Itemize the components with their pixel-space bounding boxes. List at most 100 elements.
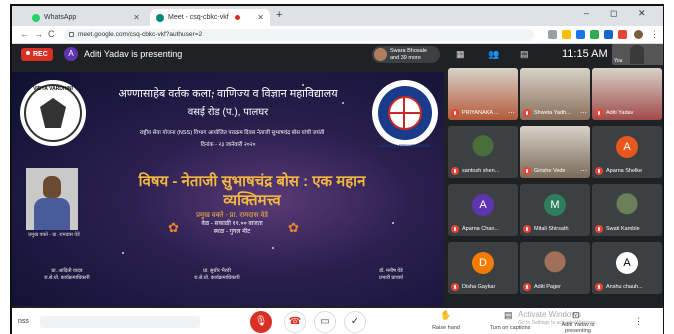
mic-off-button[interactable]: 🎙 xyxy=(250,311,272,333)
more-icon[interactable]: ⋯ xyxy=(580,167,587,175)
participant-tile[interactable]: Girishe Vede ⋯ xyxy=(520,126,590,178)
participant-name: Aditi Yadav xyxy=(606,110,634,116)
mic-off-icon xyxy=(451,283,459,291)
subject-line-1: विषय - नेताजी सुभाषचंद्र बोस : एक महान xyxy=(138,173,366,190)
participant-tile[interactable]: D Disha Gaykar xyxy=(448,242,518,294)
forward-button[interactable]: → xyxy=(34,29,43,39)
layout-icon[interactable]: ▦ xyxy=(456,49,465,60)
college-location: वसई रोड (प.), पालघर xyxy=(187,107,269,118)
meeting-details-bar[interactable] xyxy=(40,316,200,328)
mic-off-icon xyxy=(523,167,531,175)
address-bar: ← → C meet.google.com/csq-cbkc-vkf?authu… xyxy=(12,26,663,44)
mic-off-icon xyxy=(523,109,531,117)
speaker-caption: प्रमुख वक्ते - प्रा. रामदास वेडे xyxy=(28,232,80,238)
participant-tile[interactable]: PRIYANAKA ... ⋯ xyxy=(448,68,518,120)
subject-title: विषय - नेताजी सुभाषचंद्र बोस : एक महान व… xyxy=(102,172,402,210)
more-icon[interactable]: ⋯ xyxy=(580,109,587,117)
lock-icon xyxy=(69,32,74,37)
recording-icon xyxy=(234,15,240,20)
signatory-name: प्रा. आदिती यादव xyxy=(51,268,83,274)
chat-icon[interactable]: ▤ xyxy=(520,49,529,60)
url-text: meet.google.com/csq-cbkc-vkf?authuser=2 xyxy=(78,31,203,38)
close-icon[interactable]: ✕ xyxy=(257,13,264,22)
leave-call-button[interactable]: ☎ xyxy=(284,311,306,333)
presenting-status: Aditi Yadav is presenting xyxy=(84,49,183,59)
menu-icon[interactable]: ⋮ xyxy=(650,29,659,40)
participant-tile[interactable]: Swati Kamble xyxy=(592,184,662,236)
participant-tile[interactable]: A Aparna Chan... xyxy=(448,184,518,236)
presentation-slide: VIDYA VARDHINI NATIONAL SERVICE SCHEME अ… xyxy=(12,72,444,306)
close-icon[interactable]: ✕ xyxy=(133,13,140,22)
extension-icon[interactable] xyxy=(604,30,613,39)
tab-label: WhatsApp xyxy=(44,14,77,21)
extension-icon[interactable] xyxy=(590,30,599,39)
participant-name: Mitali Shirsath xyxy=(534,226,569,232)
tab-label: Meet - csq-cbkc-vkf xyxy=(168,14,229,21)
people-icon[interactable]: 👥 xyxy=(488,49,499,60)
signatory-role: प्रभारी प्राचार्य xyxy=(379,275,403,281)
participant-tile[interactable]: A Anshu chauh... xyxy=(592,242,662,294)
participant-name: Disha Gaykar xyxy=(462,284,496,290)
screen: WhatsApp ✕ Meet - csq-cbkc-vkf ✕ + – ◻ ✕… xyxy=(10,4,664,334)
participant-name: Anshu chauh... xyxy=(606,284,643,290)
mic-off-icon xyxy=(595,109,603,117)
participant-name: santosh shen... xyxy=(462,168,500,174)
maximize-button[interactable]: ◻ xyxy=(610,8,617,19)
camera-icon[interactable] xyxy=(548,30,557,39)
self-view[interactable]: You xyxy=(612,44,663,65)
close-window-button[interactable]: ✕ xyxy=(638,8,646,19)
signatory-role: रा.से.यो. कार्यक्रमाधिकारी xyxy=(44,275,90,281)
participant-tile[interactable]: santosh shen... xyxy=(448,126,518,178)
extension-icon[interactable] xyxy=(618,30,627,39)
back-button[interactable]: ← xyxy=(20,29,29,39)
joiner-more: and 39 more xyxy=(390,54,421,61)
participant-initial: A xyxy=(472,194,494,216)
star-decoration xyxy=(122,252,124,254)
tab-whatsapp[interactable]: WhatsApp ✕ xyxy=(26,9,146,26)
mic-off-icon xyxy=(523,283,531,291)
camera-button[interactable]: ▭ xyxy=(314,311,336,333)
participant-tile[interactable]: A Aparna Shelke xyxy=(592,126,662,178)
meet-icon xyxy=(156,13,164,22)
participant-tile[interactable]: Aditi Yadav xyxy=(592,68,662,120)
participant-name: Swati Kamble xyxy=(606,226,640,232)
tab-meet[interactable]: Meet - csq-cbkc-vkf ✕ xyxy=(150,9,270,26)
participant-name: Aparna Shelke xyxy=(606,168,643,174)
new-tab-button[interactable]: + xyxy=(276,9,282,21)
signatory-role: रा.से.यो. कार्यक्रमाधिकारी xyxy=(194,275,240,281)
browser-tabbar: WhatsApp ✕ Meet - csq-cbkc-vkf ✕ + – ◻ ✕ xyxy=(12,6,663,26)
more-icon[interactable]: ⋯ xyxy=(508,109,515,117)
participant-tile[interactable]: Shweta Yadh... ⋯ xyxy=(520,68,590,120)
captions-icon[interactable]: ▤ xyxy=(504,310,513,321)
reload-button[interactable]: C xyxy=(48,29,55,39)
event-place: स्थळ - गुगल मीट xyxy=(213,229,251,235)
mic-off-icon xyxy=(595,283,603,291)
raise-hand-label[interactable]: Raise hand xyxy=(422,325,470,331)
star-icon[interactable] xyxy=(562,30,571,39)
url-field[interactable]: meet.google.com/csq-cbkc-vkf?authuser=2 xyxy=(64,29,534,41)
mic-off-icon xyxy=(451,109,459,117)
participant-initial: D xyxy=(472,252,494,274)
participant-tile[interactable]: M Mitali Shirsath xyxy=(520,184,590,236)
join-notification: Swara Bhosale and 39 more xyxy=(372,46,440,63)
more-options-icon[interactable]: ⋮ xyxy=(634,316,643,327)
minimize-button[interactable]: – xyxy=(584,8,589,18)
participant-initial: A xyxy=(616,252,638,274)
meet-header: REC A Aditi Yadav is presenting Swara Bh… xyxy=(12,44,663,65)
chief-guest-block: प्रमुख वक्ते - प्रा. रामदास वेडे वेळ - स… xyxy=(162,212,302,236)
participant-name: Aditi Pager xyxy=(534,284,561,290)
star-decoration xyxy=(272,247,274,249)
meeting-controls: nss 🎙 ☎ ▭ ✓ ✋ Raise hand ▤ Turn on capti… xyxy=(12,308,663,334)
present-icon[interactable]: ⊡ xyxy=(572,310,580,321)
participant-tile[interactable]: Aditi Pager xyxy=(520,242,590,294)
raise-hand-icon[interactable]: ✋ xyxy=(440,310,451,321)
present-label[interactable]: Aditi Yadav is presenting xyxy=(552,322,604,334)
event-organizer: राष्ट्रीय सेवा योजना (NSS) विभाग आयोजित … xyxy=(139,130,325,136)
profile-avatar[interactable] xyxy=(634,30,643,39)
extension-icon[interactable] xyxy=(576,30,585,39)
more-controls-button[interactable]: ✓ xyxy=(344,311,366,333)
mic-off-icon xyxy=(451,167,459,175)
event-time: वेळ - सकाळी ११.०० वाजता xyxy=(201,221,263,227)
recording-badge: REC xyxy=(21,48,53,61)
mic-off-icon xyxy=(451,225,459,233)
